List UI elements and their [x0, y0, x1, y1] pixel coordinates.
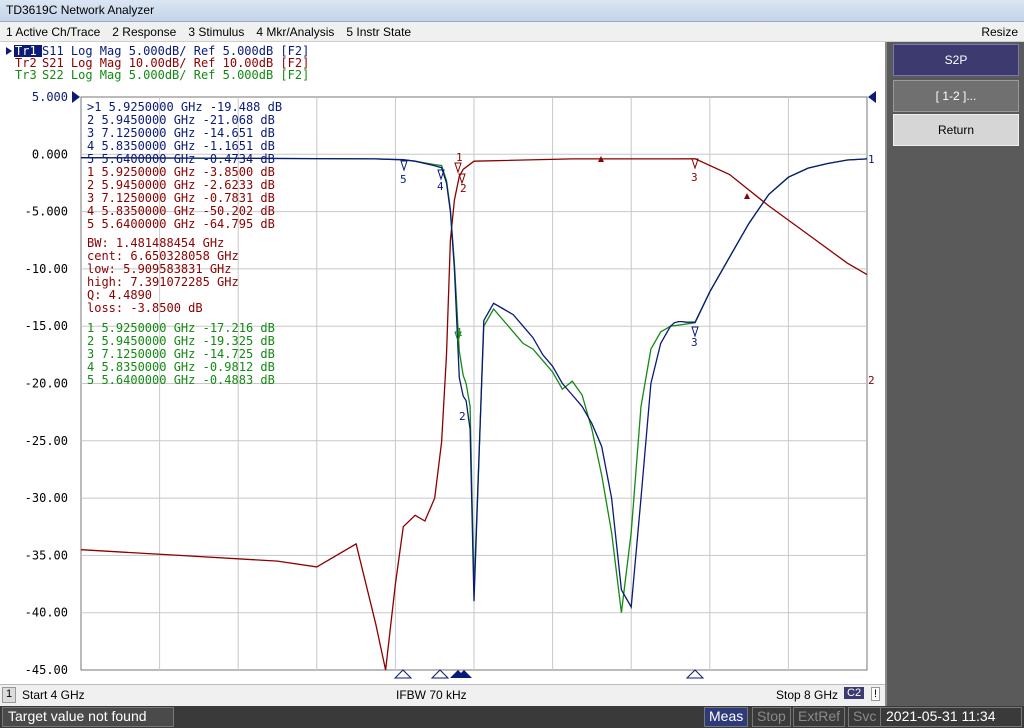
plot-area[interactable]: Tr1 S11 Log Mag 5.000dB/ Ref 5.000dB [F2… [0, 42, 885, 684]
s21-marker-3-label: 3 [691, 171, 698, 184]
bw-stat-row: BW: 1.481488454 GHz [87, 236, 224, 250]
menu-instr-state[interactable]: 5 Instr State [340, 25, 417, 39]
softkey-return[interactable]: Return [893, 114, 1019, 146]
channel-status-bar: 1 Start 4 GHz IFBW 70 kHz Stop 8 GHz C2 … [0, 684, 885, 706]
window-title: TD3619C Network Analyzer [0, 0, 1024, 22]
marker-5-label: 5 [400, 173, 407, 186]
y-tick-label: -45.00 [25, 663, 68, 677]
start-frequency[interactable]: Start 4 GHz [22, 688, 85, 702]
stimulus-marker-3-icon[interactable] [685, 669, 705, 679]
stop-indicator[interactable]: Stop [752, 707, 791, 727]
stimulus-marker-5-icon[interactable] [393, 669, 413, 679]
softkey-panel: S2P [ 1-2 ]... Return [885, 42, 1024, 706]
marker-row-s11: 5 5.6400000 GHz -0.4734 dB [87, 152, 275, 166]
channel-number[interactable]: 1 [2, 687, 16, 703]
y-tick-label: -35.00 [25, 548, 68, 562]
y-tick-label: -20.00 [25, 377, 68, 391]
y-tick-label: -25.00 [25, 434, 68, 448]
extref-indicator[interactable]: ExtRef [793, 707, 846, 727]
s21-marker-2-label: 2 [460, 182, 467, 195]
bw-stat-row: high: 7.391072285 GHz [87, 275, 239, 289]
marker-row-s22: 4 5.8350000 GHz -0.9812 dB [87, 360, 275, 374]
date-time: 2021-05-31 11:34 [880, 707, 1022, 727]
marker-table-s11: >1 5.9250000 GHz -19.488 dB 2 5.9450000 … [87, 100, 282, 231]
marker-row-s11: 4 5.8350000 GHz -1.1651 dB [87, 139, 275, 153]
menu-response[interactable]: 2 Response [106, 25, 182, 39]
tr3-info: S22 Log Mag 5.000dB/ Ref 5.000dB [F2] [42, 68, 309, 82]
instrument-status-bar: Target value not found Meas Stop ExtRef … [0, 706, 1024, 728]
marker-row-s22: 1 5.9250000 GHz -17.216 dB [87, 321, 275, 335]
s22-marker-2-label: 2 [459, 410, 466, 423]
marker-4-label: 4 [437, 180, 444, 193]
marker-row-s21: 2 5.9450000 GHz -2.6233 dB [87, 178, 275, 192]
marker-row-s11: 3 7.1250000 GHz -14.651 dB [87, 126, 275, 140]
marker-row-s21: 5 5.6400000 GHz -64.795 dB [87, 217, 275, 231]
bw-stat-row: cent: 6.650328058 GHz [87, 249, 239, 263]
marker-row-s11: >1 5.9250000 GHz -19.488 dB [87, 100, 282, 114]
y-tick-label: -15.00 [25, 319, 68, 333]
cal-status-badge: C2 [844, 687, 865, 699]
bw-stat-row: Q: 4.4890 [87, 288, 152, 302]
menu-active-ch-trace[interactable]: 1 Active Ch/Trace [0, 25, 106, 39]
bw-stat-row: loss: -3.8500 dB [87, 301, 203, 315]
marker-table-s22: 1 5.9250000 GHz -17.216 dB 2 5.9450000 G… [87, 321, 275, 387]
marker-row-s22: 2 5.9450000 GHz -19.325 dB [87, 334, 275, 348]
menu-mkr-analysis[interactable]: 4 Mkr/Analysis [250, 25, 340, 39]
menu-stimulus[interactable]: 3 Stimulus [182, 25, 250, 39]
trace-header: Tr1 S11 Log Mag 5.000dB/ Ref 5.000dB [F2… [6, 44, 309, 82]
y-tick-label: 0.000 [32, 147, 68, 161]
s21-trace-end-label: 2 [868, 374, 875, 387]
warning-badge: ! [871, 687, 881, 701]
y-tick-label: -30.00 [25, 491, 68, 505]
s21-marker-1-label: 1 [456, 151, 463, 164]
status-message: Target value not found [2, 707, 174, 727]
softkey-1-2[interactable]: [ 1-2 ]... [893, 80, 1019, 112]
ref-level-right-icon [868, 91, 876, 103]
s11-marker-3-label: 3 [691, 336, 698, 349]
network-analyzer-chart[interactable]: Tr1 S11 Log Mag 5.000dB/ Ref 5.000dB [F2… [0, 42, 885, 684]
tr3-tag[interactable]: Tr3 [15, 68, 37, 82]
marker-row-s22: 3 7.1250000 GHz -14.725 dB [87, 347, 275, 361]
stimulus-marker-4-icon[interactable] [430, 669, 450, 679]
resize-button[interactable]: Resize [975, 25, 1024, 39]
meas-indicator[interactable]: Meas [704, 707, 749, 727]
y-tick-label: 5.000 [32, 90, 68, 104]
marker-row-s21: 4 5.8350000 GHz -50.202 dB [87, 204, 275, 218]
softkey-s2p-title: S2P [893, 44, 1019, 76]
marker-row-s21: 3 7.1250000 GHz -0.7831 dB [87, 191, 275, 205]
bw-stat-row: low: 5.909583831 GHz [87, 262, 232, 276]
ref-level-left-icon [72, 91, 80, 103]
s11-trace-end-label: 1 [868, 153, 875, 166]
menu-bar: 1 Active Ch/Trace 2 Response 3 Stimulus … [0, 22, 1024, 42]
y-tick-label: -10.00 [25, 262, 68, 276]
svc-indicator[interactable]: Svc [848, 707, 882, 727]
y-axis-ticks: 5.000 0.000 -5.000 -10.00 -15.00 -20.00 -25.00… [25, 90, 68, 677]
y-tick-label: -5.000 [25, 205, 68, 219]
marker-row-s11: 2 5.9450000 GHz -21.068 dB [87, 113, 275, 127]
ifbw-value[interactable]: IFBW 70 kHz [396, 688, 467, 702]
y-tick-label: -40.00 [25, 606, 68, 620]
marker-row-s21: 1 5.9250000 GHz -3.8500 dB [87, 165, 275, 179]
s22-marker-1-label: 1 [456, 326, 463, 339]
stop-frequency[interactable]: Stop 8 GHz [776, 688, 838, 702]
active-trace-arrow-icon [6, 47, 12, 55]
marker-row-s22: 5 5.6400000 GHz -0.4883 dB [87, 373, 275, 387]
